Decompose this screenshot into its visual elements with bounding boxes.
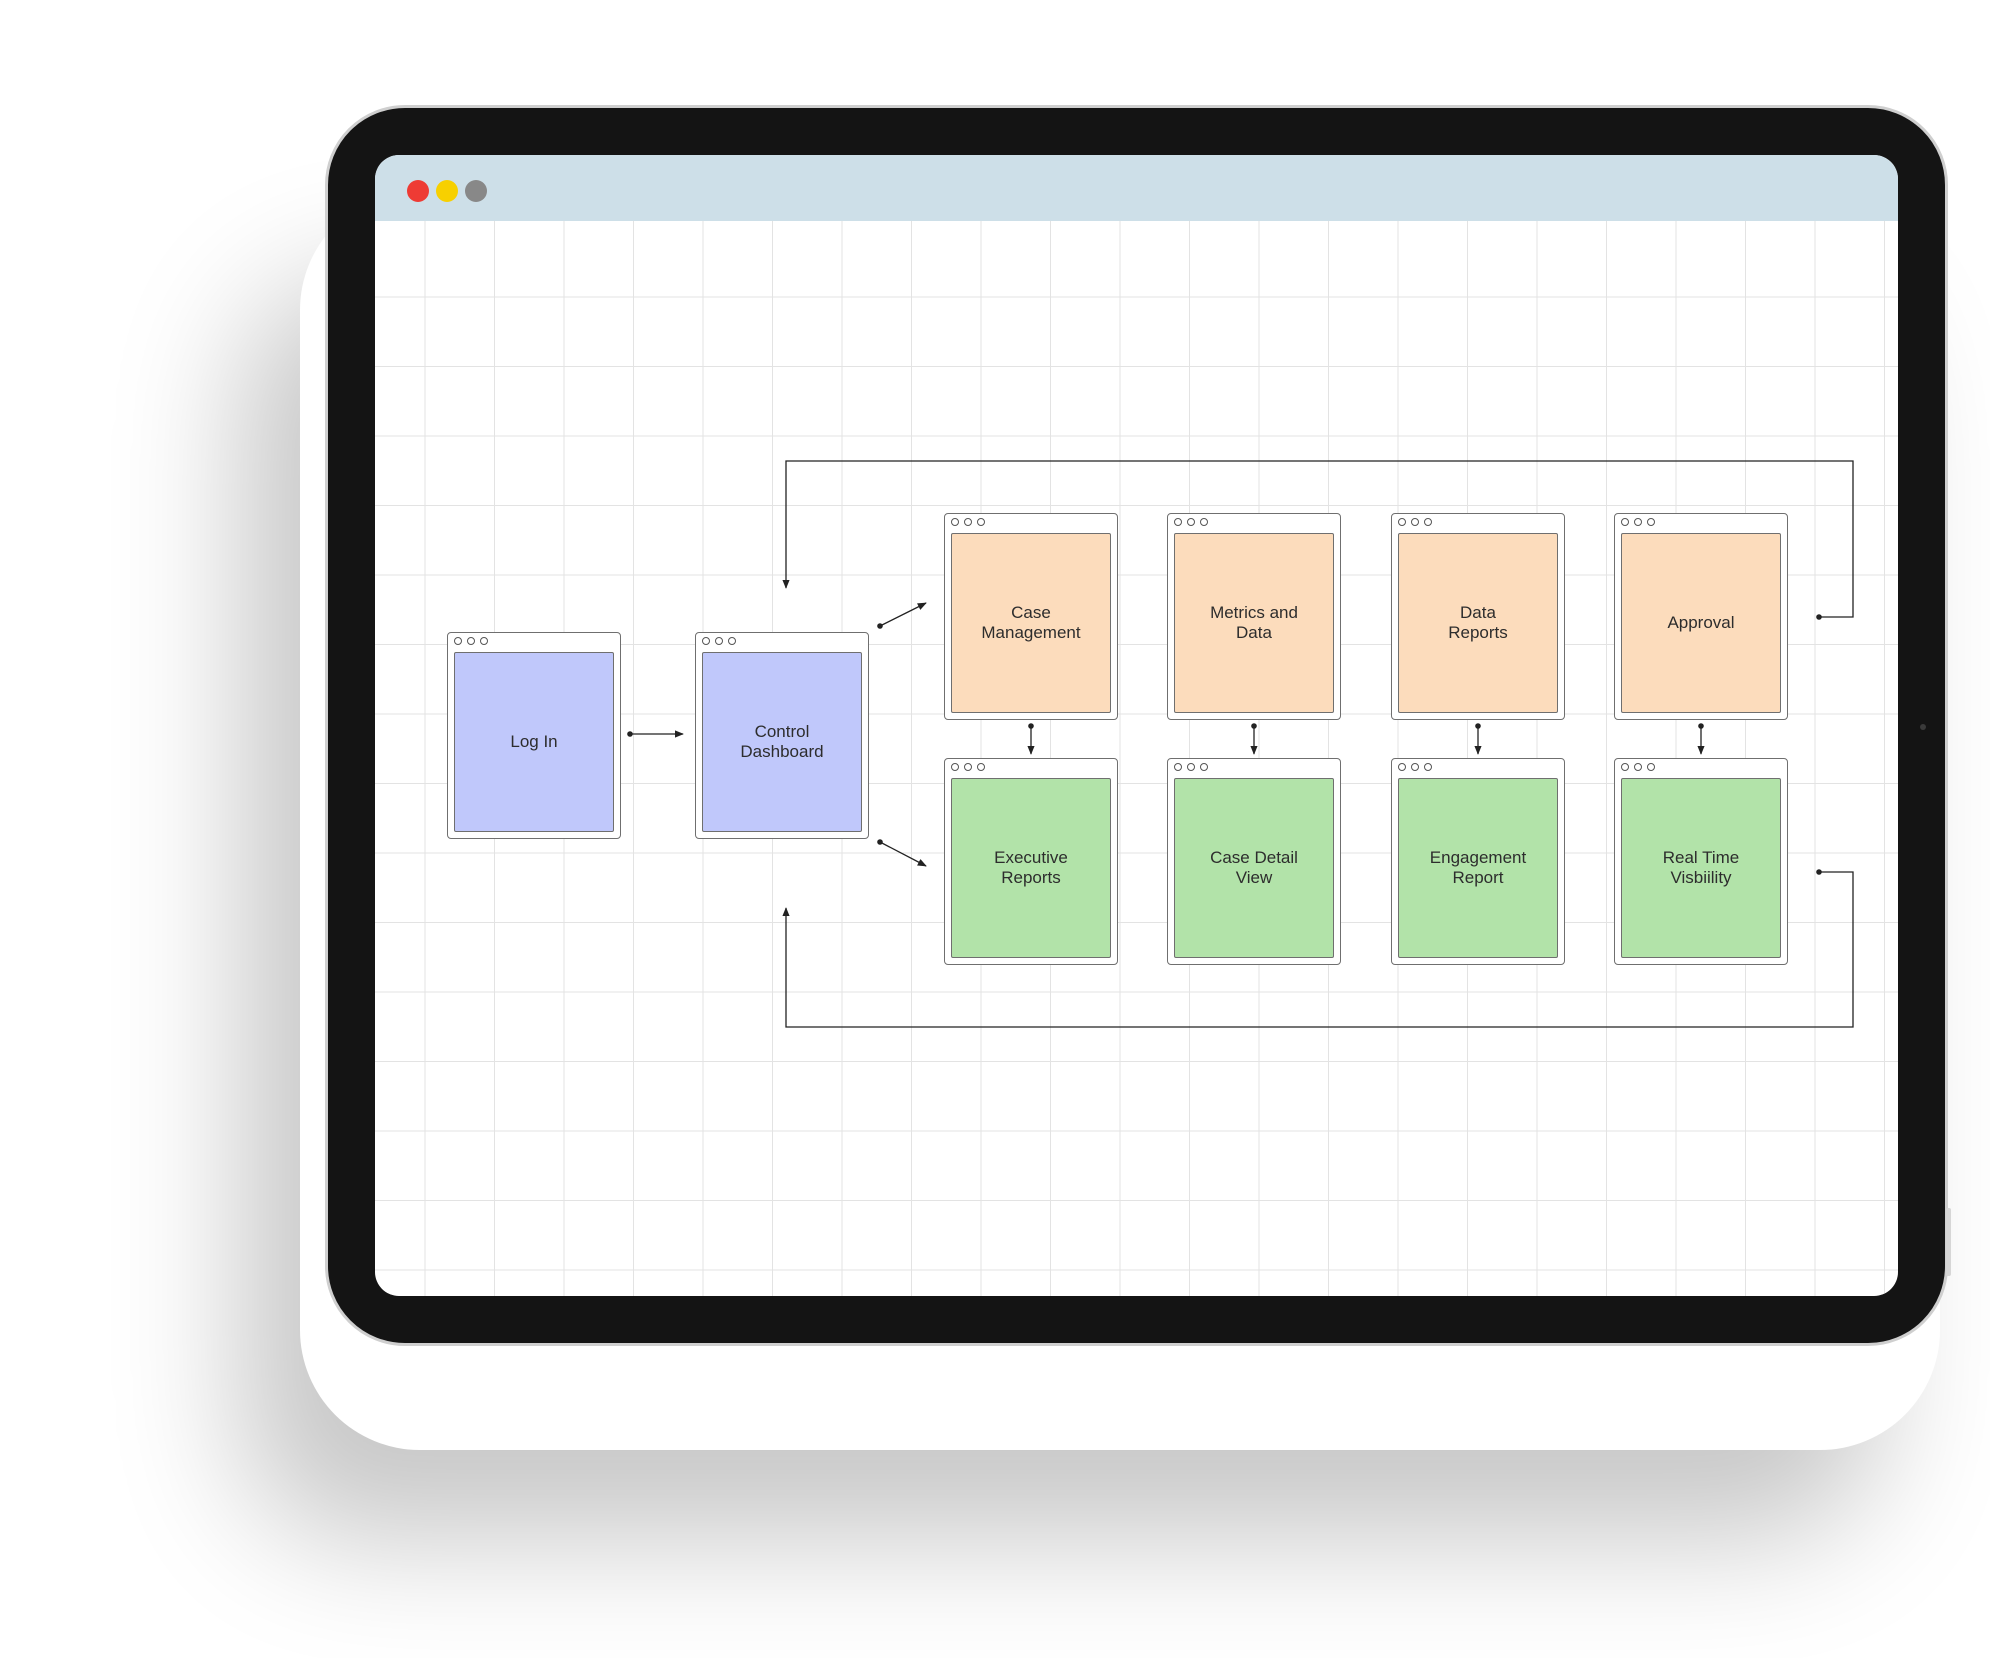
- window-dots-icon: [702, 637, 741, 647]
- connector-approval-to-control-dashboard-start-dot: [1816, 614, 1822, 620]
- node-label: Metrics and Data: [1210, 603, 1298, 642]
- minimize-window-button[interactable]: [436, 180, 458, 202]
- node-approval[interactable]: Approval: [1614, 513, 1788, 720]
- node-panel: Metrics and Data: [1174, 533, 1334, 713]
- connector-control-dashboard-to-executive-reports: [879, 841, 927, 867]
- node-panel: Data Reports: [1398, 533, 1558, 713]
- node-label: Data Reports: [1448, 603, 1508, 642]
- window-dots-icon: [1398, 518, 1437, 528]
- window-dots-icon: [1621, 518, 1660, 528]
- node-panel: Approval: [1621, 533, 1781, 713]
- connector-metrics-and-data-two-way-start-dot: [1251, 723, 1257, 729]
- connector-real-time-visibility-to-control-dashboard-start-dot: [1816, 869, 1822, 875]
- window-dots-icon: [454, 637, 493, 647]
- window-dots-icon: [1398, 763, 1437, 773]
- diagram-canvas[interactable]: Log In Control Dashboard Case Management…: [375, 221, 1898, 1296]
- node-panel: Control Dashboard: [702, 652, 862, 832]
- camera-icon: [1920, 724, 1926, 730]
- connector-control-dashboard-to-case-management: [879, 602, 927, 627]
- connector-log-in-to-control-dashboard-start-dot: [627, 731, 633, 737]
- node-case-management[interactable]: Case Management: [944, 513, 1118, 720]
- node-metrics-and-data[interactable]: Metrics and Data: [1167, 513, 1341, 720]
- node-panel: Case Detail View: [1174, 778, 1334, 958]
- node-label: Log In: [510, 732, 558, 751]
- node-log-in[interactable]: Log In: [447, 632, 621, 839]
- node-control-dashboard[interactable]: Control Dashboard: [695, 632, 869, 839]
- connector-case-management-two-way-start-dot: [1028, 723, 1034, 729]
- window-dots-icon: [1174, 518, 1213, 528]
- node-label: Case Detail View: [1210, 848, 1298, 887]
- window-dots-icon: [951, 518, 990, 528]
- node-panel: Executive Reports: [951, 778, 1111, 958]
- node-panel: Log In: [454, 652, 614, 832]
- zoom-window-button[interactable]: [465, 180, 487, 202]
- node-panel: Engagement Report: [1398, 778, 1558, 958]
- node-panel: Real Time Visbiility: [1621, 778, 1781, 958]
- tablet-side-button: [1946, 1208, 1951, 1276]
- node-label: Case Management: [981, 603, 1081, 642]
- node-real-time-visibility[interactable]: Real Time Visbiility: [1614, 758, 1788, 965]
- node-label: Engagement Report: [1429, 848, 1527, 887]
- connector-control-dashboard-to-executive-reports-start-dot: [877, 839, 883, 845]
- close-window-button[interactable]: [407, 180, 429, 202]
- window-titlebar: [375, 155, 1898, 221]
- node-label: Executive Reports: [994, 848, 1068, 887]
- app-window: Log In Control Dashboard Case Management…: [375, 155, 1898, 1296]
- window-dots-icon: [951, 763, 990, 773]
- node-engagement-report[interactable]: Engagement Report: [1391, 758, 1565, 965]
- node-case-detail-view[interactable]: Case Detail View: [1167, 758, 1341, 965]
- node-executive-reports[interactable]: Executive Reports: [944, 758, 1118, 965]
- window-dots-icon: [1621, 763, 1660, 773]
- connector-approval-two-way-start-dot: [1698, 723, 1704, 729]
- connector-control-dashboard-to-case-management-start-dot: [877, 623, 883, 629]
- node-label: Real Time Visbiility: [1662, 848, 1740, 887]
- connector-data-reports-two-way-start-dot: [1475, 723, 1481, 729]
- node-panel: Case Management: [951, 533, 1111, 713]
- node-label: Approval: [1667, 613, 1735, 632]
- node-data-reports[interactable]: Data Reports: [1391, 513, 1565, 720]
- node-label: Control Dashboard: [740, 722, 824, 761]
- window-dots-icon: [1174, 763, 1213, 773]
